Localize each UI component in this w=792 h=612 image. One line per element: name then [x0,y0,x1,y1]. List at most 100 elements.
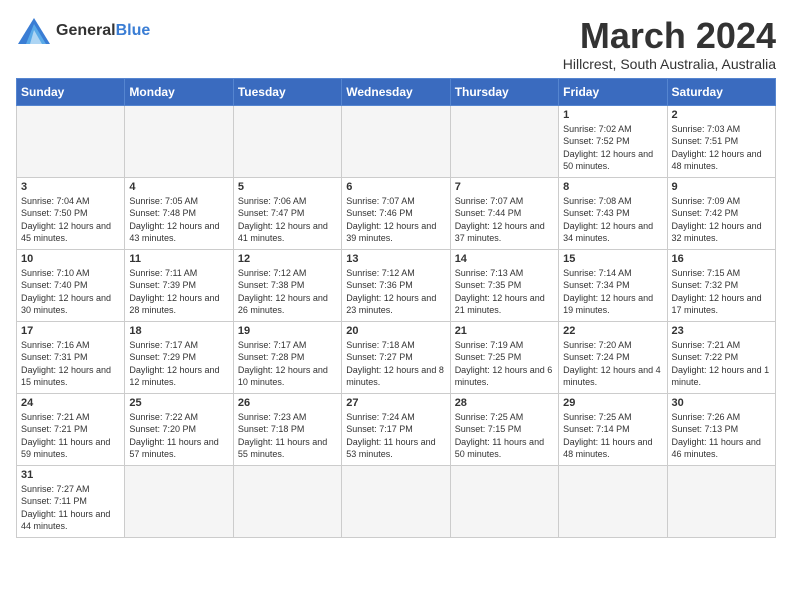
day-number: 14 [455,253,554,265]
calendar-day: 4 Sunrise: 7:05 AM Sunset: 7:48 PM Daylig… [125,177,233,249]
day-number: 30 [672,397,771,409]
day-info: Sunrise: 7:05 AM Sunset: 7:48 PM Dayligh… [129,195,228,245]
day-info: Sunrise: 7:17 AM Sunset: 7:28 PM Dayligh… [238,339,337,389]
day-number: 25 [129,397,228,409]
calendar-day: 25 Sunrise: 7:22 AM Sunset: 7:20 PM Dayli… [125,393,233,465]
calendar-day: 6 Sunrise: 7:07 AM Sunset: 7:46 PM Daylig… [342,177,450,249]
calendar-day: 9 Sunrise: 7:09 AM Sunset: 7:42 PM Daylig… [667,177,775,249]
day-number: 31 [21,469,120,481]
calendar-day: 2 Sunrise: 7:03 AM Sunset: 7:51 PM Daylig… [667,105,775,177]
day-info: Sunrise: 7:09 AM Sunset: 7:42 PM Dayligh… [672,195,771,245]
calendar-day [342,105,450,177]
calendar-day: 13Sunrise: 7:12 AM Sunset: 7:36 PM Dayli… [342,249,450,321]
day-number: 10 [21,253,120,265]
calendar-table: SundayMondayTuesdayWednesdayThursdayFrid… [16,78,776,538]
weekday-header-thursday: Thursday [450,78,558,105]
calendar-day: 27Sunrise: 7:24 AM Sunset: 7:17 PM Dayli… [342,393,450,465]
day-info: Sunrise: 7:26 AM Sunset: 7:13 PM Dayligh… [672,411,771,461]
location-subtitle: Hillcrest, South Australia, Australia [563,56,776,72]
calendar-day: 1Sunrise: 7:02 AM Sunset: 7:52 PM Daylig… [559,105,667,177]
calendar-day: 18Sunrise: 7:17 AM Sunset: 7:29 PM Dayli… [125,321,233,393]
week-row-0: 1Sunrise: 7:02 AM Sunset: 7:52 PM Daylig… [17,105,776,177]
calendar-day: 10 Sunrise: 7:10 AM Sunset: 7:40 PM Dayli… [17,249,125,321]
day-number: 2 [672,109,771,121]
week-row-1: 3 Sunrise: 7:04 AM Sunset: 7:50 PM Daylig… [17,177,776,249]
calendar-day: 20Sunrise: 7:18 AM Sunset: 7:27 PM Dayli… [342,321,450,393]
day-info: Sunrise: 7:06 AM Sunset: 7:47 PM Dayligh… [238,195,337,245]
day-info: Sunrise: 7:20 AM Sunset: 7:24 PM Dayligh… [563,339,662,389]
day-info: Sunrise: 7:14 AM Sunset: 7:34 PM Dayligh… [563,267,662,317]
calendar-day: 15Sunrise: 7:14 AM Sunset: 7:34 PM Dayli… [559,249,667,321]
day-number: 12 [238,253,337,265]
calendar-day: 24Sunrise: 7:21 AM Sunset: 7:21 PM Dayli… [17,393,125,465]
calendar-day [125,105,233,177]
calendar-day: 21 Sunrise: 7:19 AM Sunset: 7:25 PM Dayli… [450,321,558,393]
calendar-day [125,465,233,537]
day-number: 7 [455,181,554,193]
calendar-day: 31 Sunrise: 7:27 AM Sunset: 7:11 PM Dayli… [17,465,125,537]
week-row-3: 17Sunrise: 7:16 AM Sunset: 7:31 PM Dayli… [17,321,776,393]
calendar-day: 17Sunrise: 7:16 AM Sunset: 7:31 PM Dayli… [17,321,125,393]
day-number: 8 [563,181,662,193]
day-info: Sunrise: 7:03 AM Sunset: 7:51 PM Dayligh… [672,123,771,173]
day-info: Sunrise: 7:27 AM Sunset: 7:11 PM Dayligh… [21,483,120,533]
day-number: 1 [563,109,662,121]
calendar-day [342,465,450,537]
day-number: 19 [238,325,337,337]
day-number: 26 [238,397,337,409]
calendar-day: 3 Sunrise: 7:04 AM Sunset: 7:50 PM Daylig… [17,177,125,249]
calendar-day [233,465,341,537]
logo-text: GeneralBlue [56,22,150,40]
day-info: Sunrise: 7:18 AM Sunset: 7:27 PM Dayligh… [346,339,445,389]
calendar-day [450,105,558,177]
week-row-2: 10 Sunrise: 7:10 AM Sunset: 7:40 PM Dayli… [17,249,776,321]
title-section: March 2024 Hillcrest, South Australia, A… [563,16,776,72]
week-row-4: 24Sunrise: 7:21 AM Sunset: 7:21 PM Dayli… [17,393,776,465]
day-number: 27 [346,397,445,409]
day-number: 28 [455,397,554,409]
day-info: Sunrise: 7:07 AM Sunset: 7:46 PM Dayligh… [346,195,445,245]
day-number: 21 [455,325,554,337]
day-info: Sunrise: 7:11 AM Sunset: 7:39 PM Dayligh… [129,267,228,317]
calendar-day: 8 Sunrise: 7:08 AM Sunset: 7:43 PM Daylig… [559,177,667,249]
calendar-day [559,465,667,537]
day-number: 6 [346,181,445,193]
day-info: Sunrise: 7:17 AM Sunset: 7:29 PM Dayligh… [129,339,228,389]
weekday-header-tuesday: Tuesday [233,78,341,105]
logo: GeneralBlue [16,16,150,46]
day-info: Sunrise: 7:21 AM Sunset: 7:22 PM Dayligh… [672,339,771,389]
calendar-day: 28Sunrise: 7:25 AM Sunset: 7:15 PM Dayli… [450,393,558,465]
day-info: Sunrise: 7:04 AM Sunset: 7:50 PM Dayligh… [21,195,120,245]
calendar-day [17,105,125,177]
day-number: 9 [672,181,771,193]
day-info: Sunrise: 7:23 AM Sunset: 7:18 PM Dayligh… [238,411,337,461]
weekday-header-saturday: Saturday [667,78,775,105]
day-number: 16 [672,253,771,265]
calendar-day: 12Sunrise: 7:12 AM Sunset: 7:38 PM Dayli… [233,249,341,321]
day-number: 11 [129,253,228,265]
calendar-day: 23Sunrise: 7:21 AM Sunset: 7:22 PM Dayli… [667,321,775,393]
day-number: 29 [563,397,662,409]
weekday-header-friday: Friday [559,78,667,105]
week-row-5: 31 Sunrise: 7:27 AM Sunset: 7:11 PM Dayli… [17,465,776,537]
day-number: 17 [21,325,120,337]
calendar-day: 29 Sunrise: 7:25 AM Sunset: 7:14 PM Dayli… [559,393,667,465]
calendar-day [667,465,775,537]
day-number: 22 [563,325,662,337]
day-info: Sunrise: 7:08 AM Sunset: 7:43 PM Dayligh… [563,195,662,245]
calendar-day: 16Sunrise: 7:15 AM Sunset: 7:32 PM Dayli… [667,249,775,321]
calendar-day: 5Sunrise: 7:06 AM Sunset: 7:47 PM Daylig… [233,177,341,249]
day-info: Sunrise: 7:07 AM Sunset: 7:44 PM Dayligh… [455,195,554,245]
calendar-day: 22 Sunrise: 7:20 AM Sunset: 7:24 PM Dayli… [559,321,667,393]
calendar-header-row: SundayMondayTuesdayWednesdayThursdayFrid… [17,78,776,105]
day-info: Sunrise: 7:25 AM Sunset: 7:14 PM Dayligh… [563,411,662,461]
day-number: 4 [129,181,228,193]
day-info: Sunrise: 7:21 AM Sunset: 7:21 PM Dayligh… [21,411,120,461]
weekday-header-sunday: Sunday [17,78,125,105]
calendar-day: 7 Sunrise: 7:07 AM Sunset: 7:44 PM Daylig… [450,177,558,249]
day-info: Sunrise: 7:13 AM Sunset: 7:35 PM Dayligh… [455,267,554,317]
day-number: 3 [21,181,120,193]
day-info: Sunrise: 7:22 AM Sunset: 7:20 PM Dayligh… [129,411,228,461]
day-info: Sunrise: 7:10 AM Sunset: 7:40 PM Dayligh… [21,267,120,317]
day-info: Sunrise: 7:19 AM Sunset: 7:25 PM Dayligh… [455,339,554,389]
